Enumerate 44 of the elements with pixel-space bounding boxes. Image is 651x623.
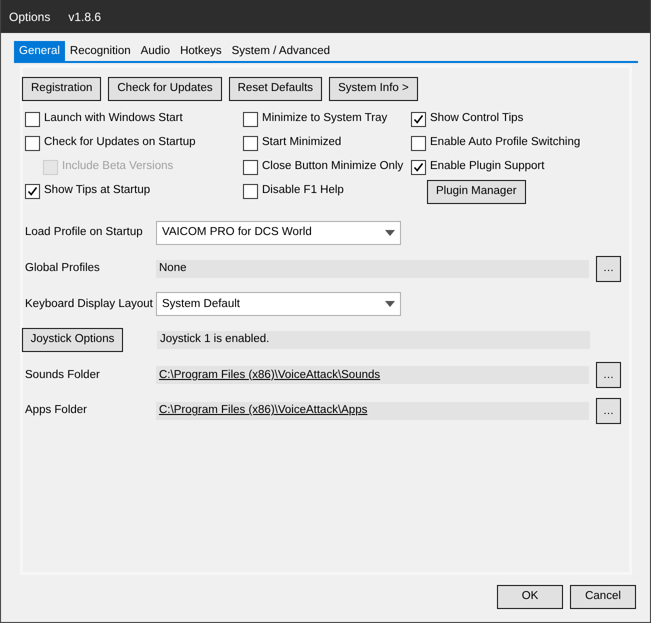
tab[interactable]: System / Advanced [226, 41, 336, 61]
push-button[interactable]: Reset Defaults [228, 77, 322, 101]
checkbox[interactable]: Enable Plugin Support [411, 158, 611, 176]
checkbox[interactable]: Launch with Windows Start [25, 110, 243, 128]
push-button[interactable]: Cancel [570, 585, 636, 609]
push-button[interactable]: System Info > [329, 77, 418, 101]
push-button[interactable]: Registration [22, 77, 102, 101]
tab[interactable]: Hotkeys [175, 41, 227, 61]
checkbox[interactable]: Check for Updates on Startup [25, 134, 243, 152]
push-button[interactable]: Check for Updates [108, 77, 222, 101]
field-label: Load Profile on Startup [24, 225, 144, 240]
checkmark-icon [413, 114, 424, 124]
tab[interactable]: Recognition [64, 41, 136, 61]
tab[interactable]: Audio [136, 41, 176, 61]
window-title: Options [9, 8, 50, 26]
checkbox[interactable]: Enable Auto Profile Switching [411, 134, 611, 152]
readonly-field: None [156, 260, 589, 278]
dropdown[interactable]: System Default [156, 292, 401, 316]
checkbox[interactable]: Close Button Minimize Only [243, 158, 411, 176]
dropdown-arrow-icon [385, 301, 395, 308]
field-label: Global Profiles [24, 260, 101, 276]
checkbox[interactable]: Start Minimized [243, 134, 411, 152]
readonly-field: Joystick 1 is enabled. [157, 330, 590, 349]
checkbox[interactable]: Show Tips at Startup [25, 182, 243, 200]
checkbox[interactable]: Show Control Tips [411, 110, 611, 128]
checkmark-icon [413, 162, 424, 172]
plugin-manager-button[interactable]: Plugin Manager [427, 180, 526, 204]
field-label: Sounds Folder [24, 368, 101, 383]
browse-button[interactable]: … [596, 362, 621, 388]
joystick-options-button[interactable]: Joystick Options [22, 328, 123, 352]
version-label: v1.8.6 [68, 8, 102, 26]
push-button[interactable]: OK [497, 585, 563, 609]
readonly-field: C:\Program Files (x86)\VoiceAttack\Apps [156, 402, 589, 420]
checkmark-icon [27, 186, 38, 196]
readonly-field: C:\Program Files (x86)\VoiceAttack\Sounds [156, 366, 589, 384]
field-label: Keyboard Display Layout [24, 296, 154, 312]
dropdown[interactable]: VAICOM PRO for DCS World [156, 221, 401, 245]
checkbox[interactable]: Minimize to System Tray [243, 110, 411, 128]
dropdown-arrow-icon [385, 230, 395, 236]
checkbox[interactable]: Disable F1 Help [243, 182, 411, 200]
browse-button[interactable]: … [596, 398, 621, 424]
field-label: Apps Folder [24, 403, 88, 418]
browse-button[interactable]: … [596, 256, 621, 282]
tab[interactable]: General [14, 41, 65, 61]
